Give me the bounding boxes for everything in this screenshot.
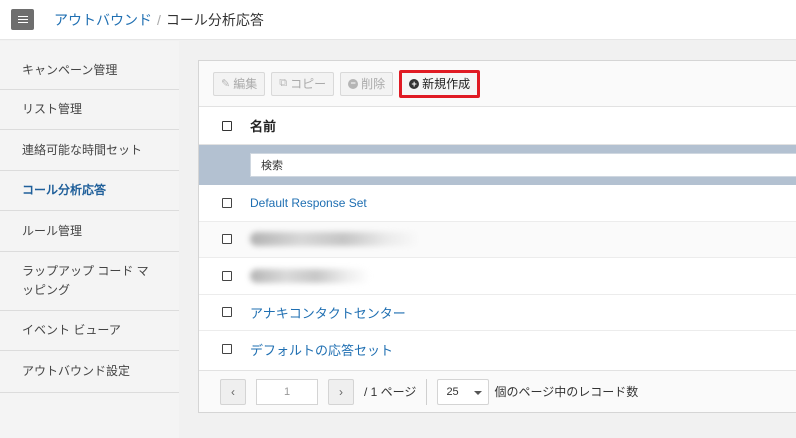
- copy-button[interactable]: ⧉ コピー: [271, 71, 335, 96]
- edit-button-label: 編集: [233, 77, 258, 91]
- row-checkbox[interactable]: [222, 270, 232, 281]
- table-row[interactable]: Default Response Set: [199, 185, 796, 222]
- sidebar-item-label: コール分析応答: [22, 183, 107, 197]
- row-name-link[interactable]: Default Response Set: [250, 196, 367, 210]
- column-header-name[interactable]: 名前: [250, 116, 276, 135]
- table-row[interactable]: アナキコンタクトセンター: [199, 295, 796, 331]
- breadcrumb-outbound-link[interactable]: アウトバウンド: [54, 10, 152, 30]
- sidebar-item-event-viewer[interactable]: イベント ビューア: [0, 311, 179, 351]
- table-row[interactable]: [199, 258, 796, 295]
- edit-button[interactable]: ✎ 編集: [213, 71, 266, 96]
- minus-circle-icon: −: [348, 78, 359, 89]
- hamburger-icon: [17, 15, 28, 24]
- sidebar-item-label: アウトバウンド設定: [22, 364, 131, 378]
- previous-page-button[interactable]: ‹: [220, 378, 246, 405]
- table-row[interactable]: デフォルトの応答セット: [199, 331, 796, 368]
- toolbar: ✎ 編集 ⧉ コピー − 削除 + 新規作成: [199, 61, 796, 107]
- sidebar-item-label: ラップアップ コード マッピング: [22, 264, 149, 297]
- sidebar-item-wrapup-code-mapping[interactable]: ラップアップ コード マッピング: [0, 252, 179, 311]
- redacted-name[interactable]: [250, 268, 370, 283]
- select-all-checkbox[interactable]: [222, 120, 232, 131]
- filter-row: [199, 145, 796, 185]
- name-search-input[interactable]: [250, 153, 796, 177]
- plus-circle-icon: +: [409, 78, 420, 89]
- row-checkbox[interactable]: [222, 234, 232, 245]
- page-size-value: 25: [446, 385, 459, 398]
- row-checkbox[interactable]: [222, 197, 232, 208]
- caret-down-icon: [474, 390, 483, 395]
- page-size-label: 個のページ中のレコード数: [494, 385, 639, 399]
- delete-button-label: 削除: [361, 77, 386, 91]
- page-title: コール分析応答: [165, 11, 264, 28]
- edit-icon: ✎: [221, 78, 231, 90]
- breadcrumb: アウトバウンド / コール分析応答: [54, 10, 264, 30]
- sidebar-item-campaign-management[interactable]: キャンペーン管理: [0, 41, 179, 90]
- breadcrumb-separator: /: [157, 11, 161, 28]
- page-number-input[interactable]: 1: [256, 378, 318, 405]
- sidebar-item-list-management[interactable]: リスト管理: [0, 90, 179, 130]
- total-pages-text: / 1 ページ: [364, 385, 417, 399]
- sidebar-item-label: ルール管理: [22, 223, 83, 238]
- redacted-name[interactable]: [250, 232, 420, 247]
- table-row[interactable]: [199, 221, 796, 258]
- row-name-link[interactable]: アナキコンタクトセンター: [250, 303, 406, 322]
- sidebar-item-contactable-time-set[interactable]: 連絡可能な時間セット: [0, 130, 179, 171]
- main-panel: ✎ 編集 ⧉ コピー − 削除 + 新規作成 名前 Default Respon…: [198, 60, 796, 413]
- top-header: アウトバウンド / コール分析応答: [0, 0, 796, 40]
- sidebar: キャンペーン管理 リスト管理 連絡可能な時間セット コール分析応答 ルール管理 …: [0, 41, 179, 438]
- row-checkbox[interactable]: [222, 344, 232, 355]
- chevron-right-icon: ›: [339, 384, 343, 399]
- chevron-left-icon: ‹: [231, 384, 235, 399]
- create-new-button[interactable]: + 新規作成: [399, 69, 481, 98]
- sidebar-item-label: リスト管理: [22, 102, 83, 116]
- copy-button-label: コピー: [290, 77, 327, 91]
- sidebar-item-label: 連絡可能な時間セット: [22, 142, 143, 157]
- sidebar-item-outbound-settings[interactable]: アウトバウンド設定: [0, 351, 179, 393]
- create-new-button-label: 新規作成: [422, 77, 471, 91]
- delete-button[interactable]: − 削除: [340, 71, 394, 96]
- table-header: 名前: [199, 107, 796, 145]
- sidebar-item-label: キャンペーン管理: [22, 62, 118, 77]
- sidebar-item-call-analysis-response[interactable]: コール分析応答: [0, 171, 179, 211]
- row-name-link[interactable]: デフォルトの応答セット: [250, 340, 393, 359]
- next-page-button[interactable]: ›: [328, 378, 354, 405]
- copy-icon: ⧉: [279, 77, 288, 89]
- hamburger-menu-button[interactable]: [11, 9, 34, 30]
- page-size-select[interactable]: 25: [437, 378, 490, 405]
- pager-divider: [426, 378, 428, 405]
- pagination-bar: ‹ 1 › / 1 ページ 25 個のページ中のレコード数: [199, 370, 796, 412]
- sidebar-item-rule-management[interactable]: ルール管理: [0, 211, 179, 252]
- row-checkbox[interactable]: [222, 307, 232, 318]
- sidebar-item-label: イベント ビューア: [22, 323, 121, 337]
